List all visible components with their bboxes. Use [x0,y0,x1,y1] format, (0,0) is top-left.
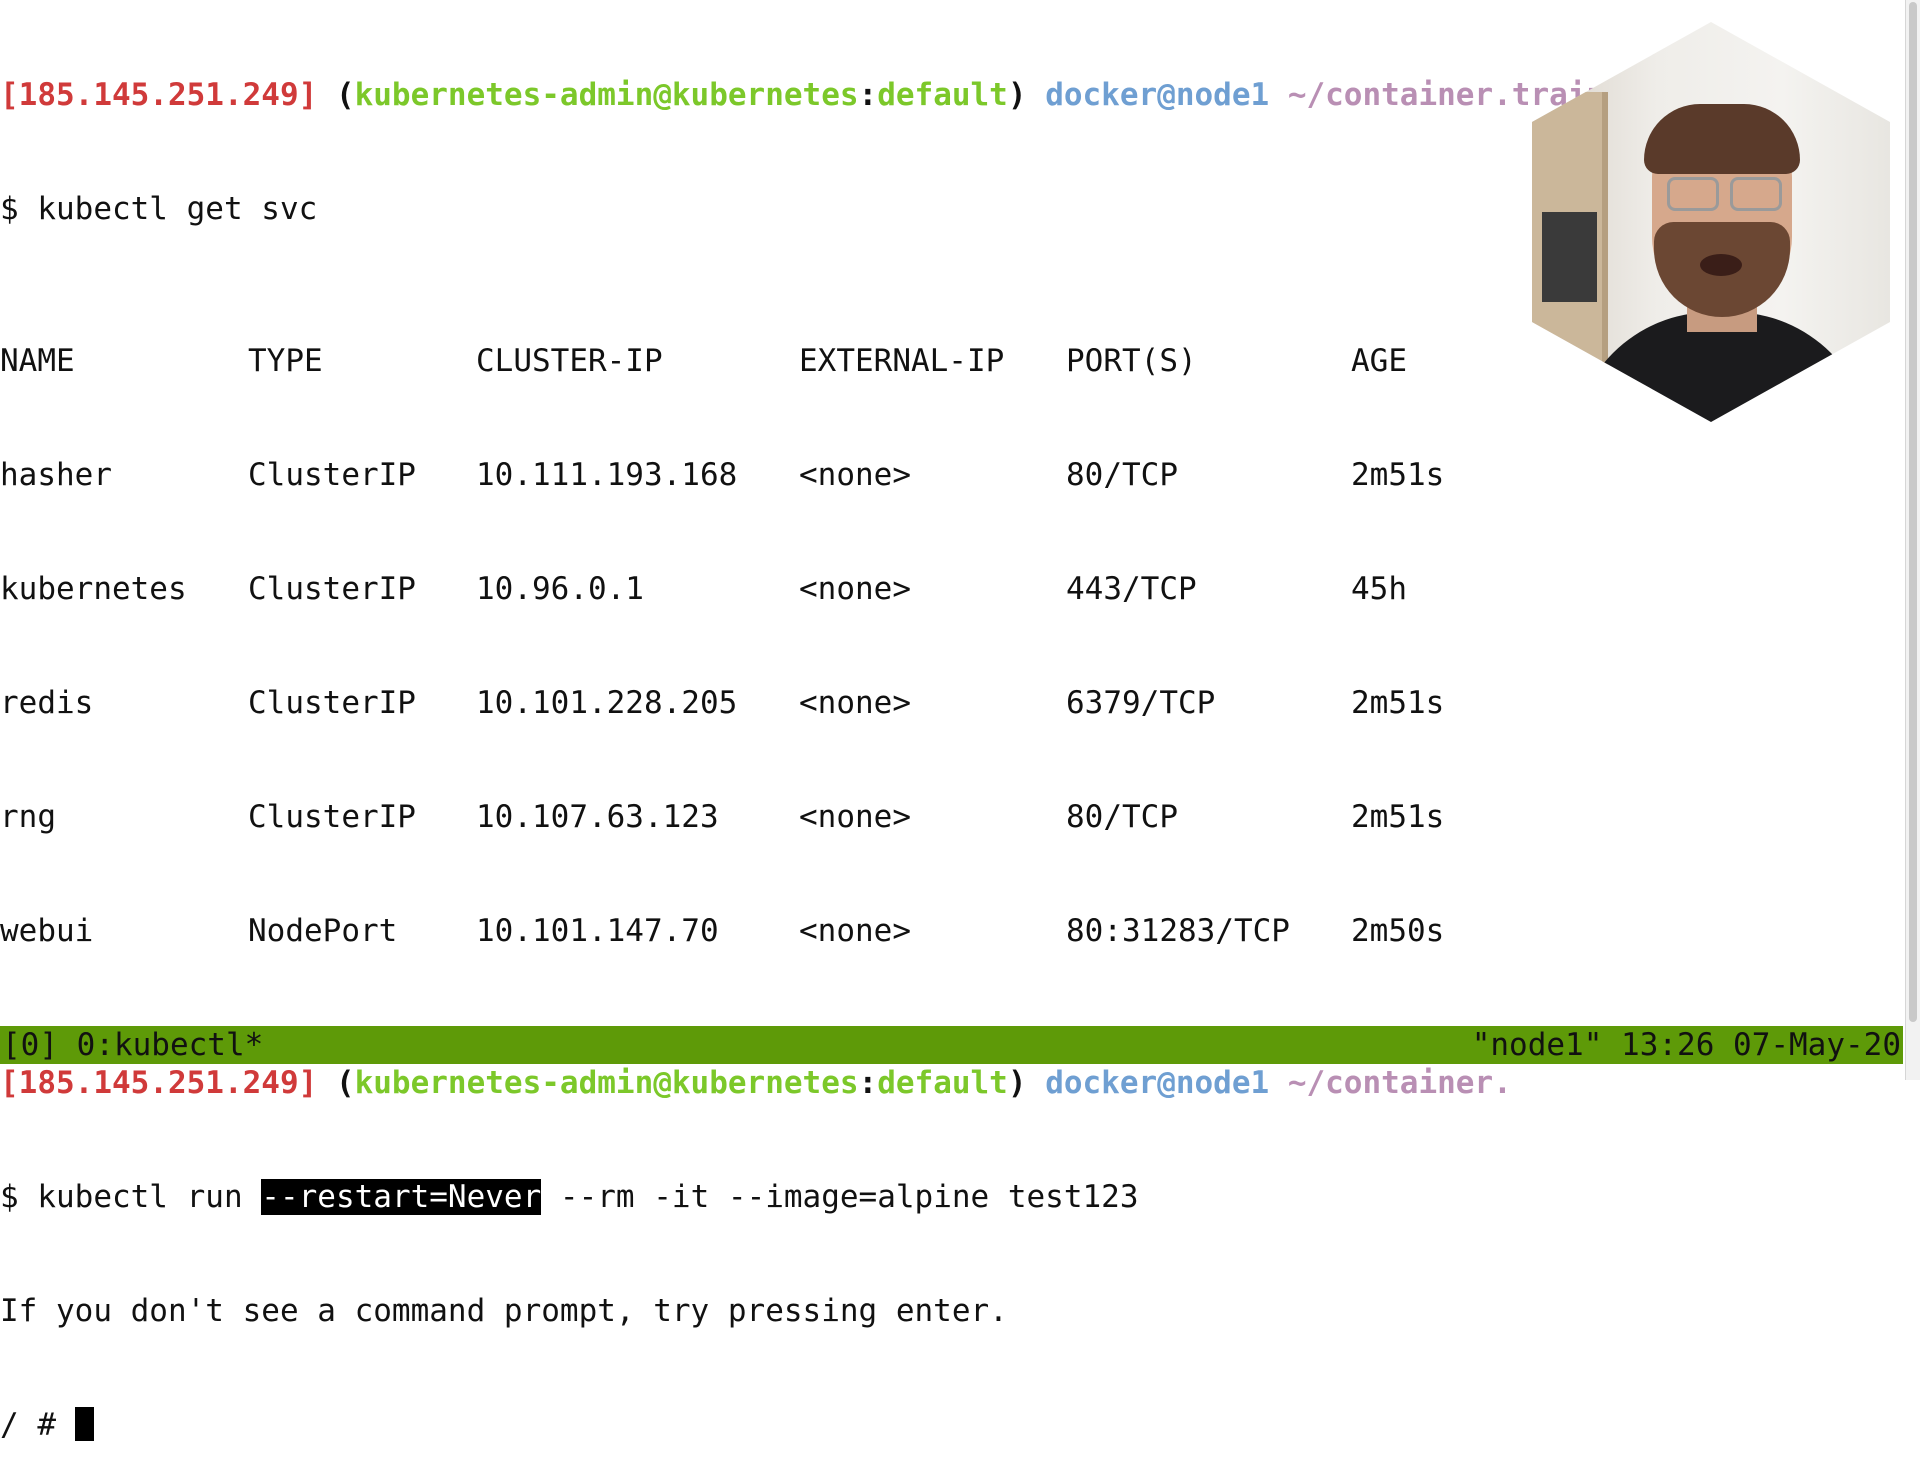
output-hint: If you don't see a command prompt, try p… [0,1293,1008,1329]
scrollbar[interactable] [1905,0,1920,1080]
prompt-namespace: default [877,77,1008,113]
prompt-user-host: docker@node1 [1045,77,1270,113]
table-row: hasher ClusterIP 10.111.193.168 <none> 80/TC… [0,457,1445,493]
prompt-ip: [185.145.251.249] [0,77,318,113]
prompt-path-truncated: ~/container. [1269,1065,1512,1101]
table-row: redis ClusterIP 10.101.228.205 <none> 6379/T… [0,685,1445,721]
table-header: NAME TYPE CLUSTER-IP EXTERNAL-IP PORT(S) AGE [0,343,1407,379]
terminal[interactable]: [185.145.251.249] (kubernetes-admin@kube… [0,0,1736,1482]
prompt-line-2: [185.145.251.249] (kubernetes-admin@kube… [0,1065,1512,1101]
tmux-window-list[interactable]: [0] 0:kubectl* [2,1026,263,1064]
prompt-k8s-user: kubernetes-admin@kubernetes [354,77,859,113]
table-row: kubernetes ClusterIP 10.96.0.1 <none> 443/TC… [0,571,1407,607]
tmux-status-bar: [0] 0:kubectl* "node1" 13:26 07-May-20 [0,1026,1903,1064]
prompt-line-1: [185.145.251.249] (kubernetes-admin@kube… [0,77,1736,113]
table-row: webui NodePort 10.101.147.70 <none> 80:31283… [0,913,1445,949]
command-get-svc: $ kubectl get svc [0,191,318,227]
table-row: rng ClusterIP 10.107.63.123 <none> 80/TCP 2m5… [0,799,1445,835]
glasses-icon [1667,177,1719,211]
scrollbar-thumb[interactable] [1909,2,1917,1022]
selected-text[interactable]: --restart=Never [261,1179,542,1215]
shell-input-line[interactable]: / # [0,1406,1736,1444]
shell-prompt: / # [0,1407,75,1443]
tmux-status-right: "node1" 13:26 07-May-20 [1471,1027,1901,1063]
command-run: $ kubectl run --restart=Never --rm -it -… [0,1179,1139,1215]
text-cursor-icon [74,1407,94,1441]
